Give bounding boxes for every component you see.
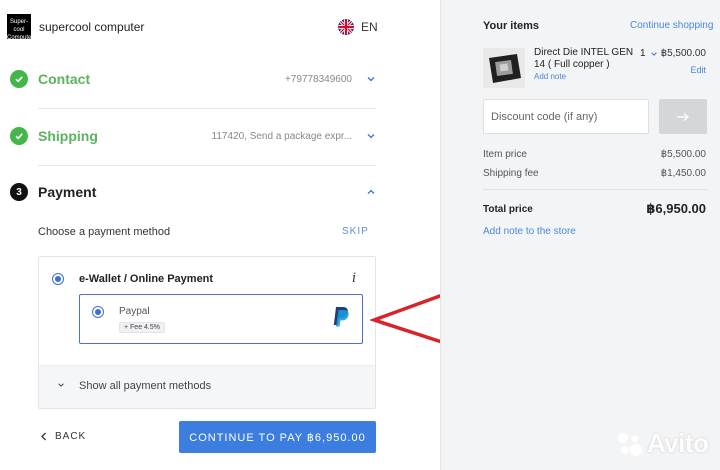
shipping-fee-label: Shipping fee [483,168,539,179]
chevron-down-icon [367,134,375,139]
item-price-label: Item price [483,149,527,160]
language-selector[interactable]: EN [338,19,378,35]
add-note-to-store-link[interactable]: Add note to the store [483,226,576,237]
divider [38,165,376,166]
info-icon[interactable]: i [352,271,356,286]
skip-button[interactable]: SKIP [342,226,369,237]
back-button[interactable]: BACK [40,431,86,442]
paypal-option[interactable]: Paypal + Fee 4.5% [79,294,363,344]
your-items-title: Your items [483,20,540,32]
uk-flag-icon [338,19,354,35]
ewallet-radio[interactable] [52,273,64,285]
chevron-down-icon [58,383,64,387]
chevron-down-icon [650,51,657,56]
continue-to-pay-button[interactable]: CONTINUE TO PAY ฿6,950.00 [179,421,376,453]
edit-link[interactable]: Edit [690,65,706,75]
apply-discount-button[interactable] [659,99,707,134]
chevron-down-icon [367,77,375,82]
arrow-right-icon [677,112,689,121]
quantity-value: 1 [640,48,646,59]
step-contact-title: Contact [38,71,91,87]
divider [38,108,376,109]
total-price-value: ฿6,950.00 [646,201,706,216]
avito-logo-icon [618,432,642,456]
check-icon [10,70,28,88]
shipping-fee-value: ฿1,450.00 [660,168,706,179]
total-price-label: Total price [483,204,533,215]
add-note-link[interactable]: Add note [534,72,566,81]
product-name: Direct Die INTEL GEN 14 ( Full copper ) [534,47,634,70]
watermark-text: Avito [647,428,709,458]
choose-payment-label: Choose a payment method [38,226,171,238]
check-icon [10,127,28,145]
product-image[interactable] [483,48,525,88]
paypal-logo-icon [333,307,349,327]
payment-methods-box: e-Wallet / Online Payment i Paypal + Fee… [38,256,376,409]
store-logo[interactable]: Super­cool Computer [7,14,31,39]
store-name: supercool computer [39,20,145,34]
paypal-radio[interactable] [92,306,104,318]
divider [483,189,707,190]
step-number-badge: 3 [10,183,28,201]
language-code: EN [361,20,378,34]
step-shipping[interactable]: Shipping 117420, Send a package expr... [10,127,376,145]
step-shipping-summary: 117420, Send a package expr... [211,130,352,142]
chevron-left-icon [41,432,46,441]
step-contact[interactable]: Contact +79778349600 [10,70,376,88]
quantity-selector[interactable]: 1 [640,48,658,59]
product-price: ฿5,500.00 [660,48,706,59]
fee-badge: + Fee 4.5% [119,322,165,333]
step-payment-title: Payment [38,184,97,200]
order-summary-panel: Your items Continue shopping Direct Die … [440,0,720,470]
show-all-methods-row[interactable]: Show all payment methods [39,365,375,408]
paypal-label: Paypal [119,306,150,317]
continue-shopping-link[interactable]: Continue shopping [630,20,713,31]
checkout-panel: Super­cool Computer supercool computer EN… [0,0,440,470]
step-contact-summary: +79778349600 [284,73,352,85]
item-price-value: ฿5,500.00 [660,149,706,160]
show-all-methods-label: Show all payment methods [79,380,212,392]
step-payment[interactable]: 3 Payment [10,183,376,201]
avito-watermark: Avito [616,428,709,459]
chevron-up-icon [367,189,375,194]
ewallet-label: e-Wallet / Online Payment [79,273,214,285]
step-shipping-title: Shipping [38,128,98,144]
back-label: BACK [55,431,87,442]
discount-code-input[interactable] [483,99,649,134]
